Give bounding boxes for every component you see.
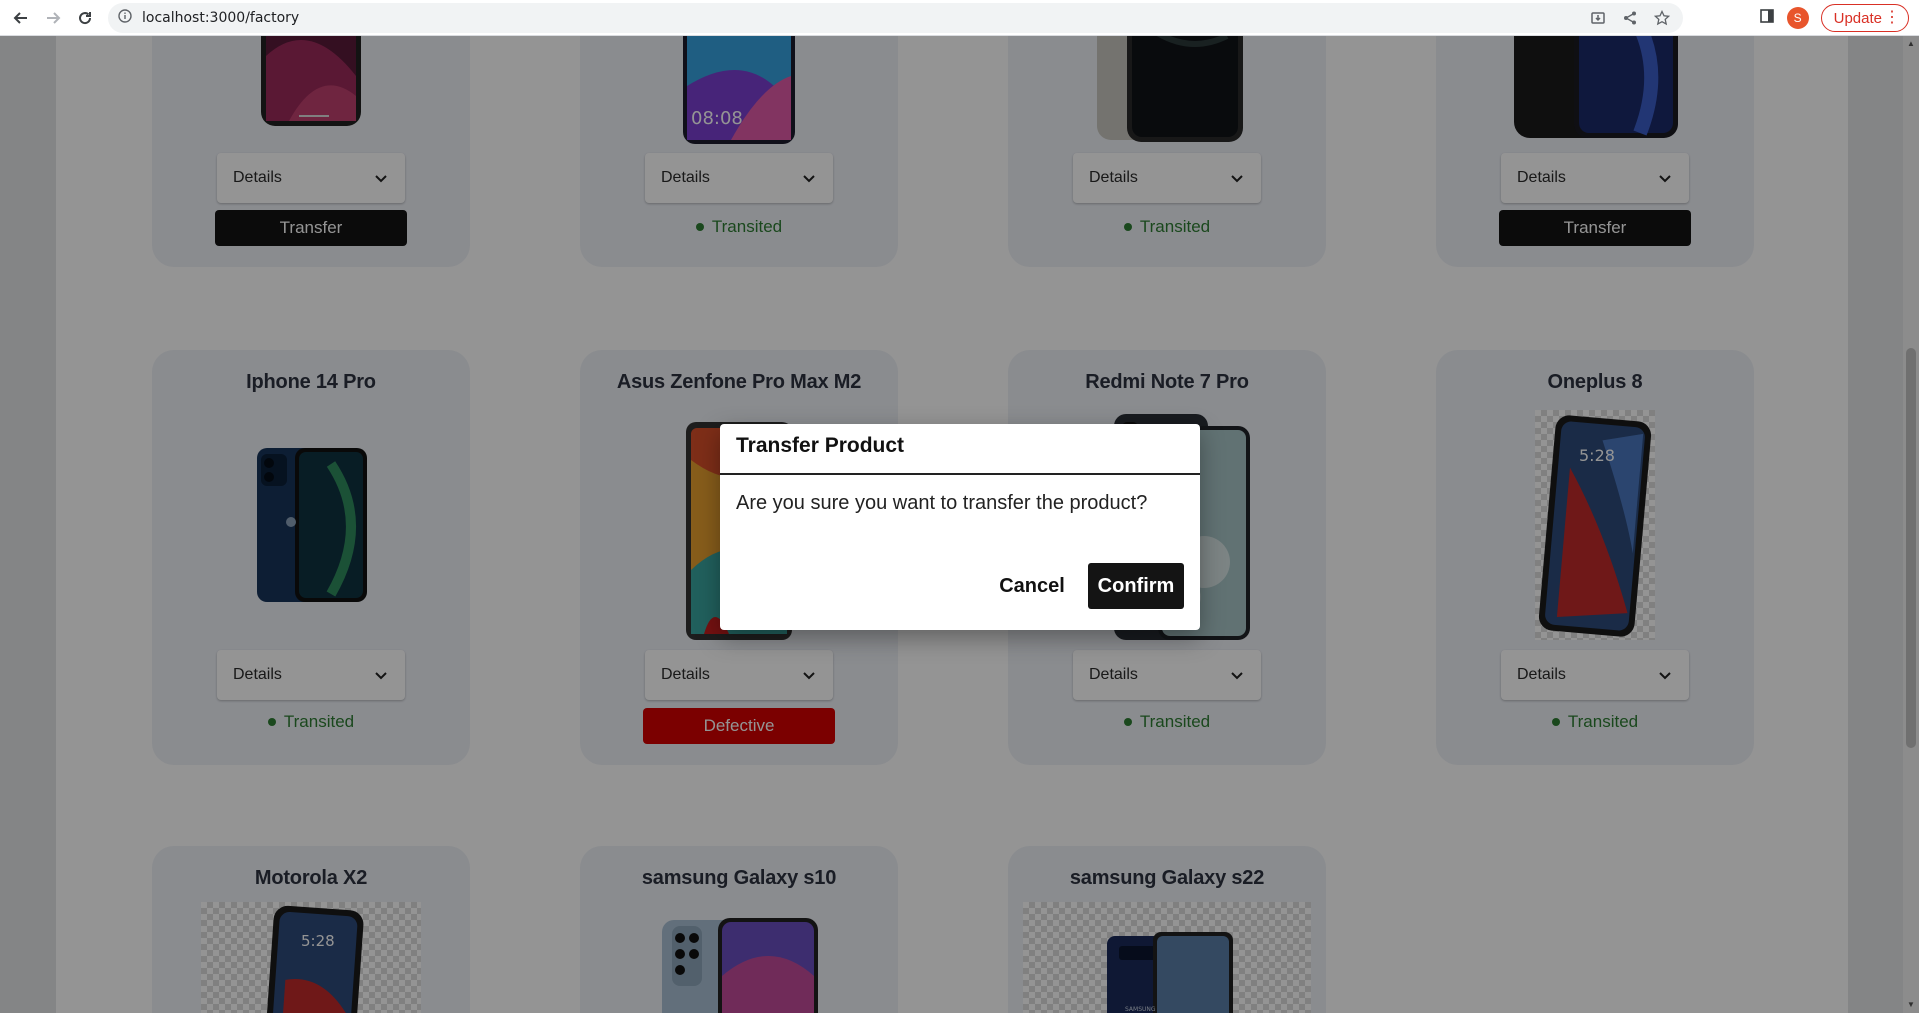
confirm-button[interactable]: Confirm — [1088, 563, 1184, 609]
transfer-dialog: Transfer Product Are you sure you want t… — [720, 424, 1200, 630]
dialog-message: Are you sure you want to transfer the pr… — [736, 492, 1148, 514]
dialog-divider — [720, 473, 1200, 475]
reload-icon[interactable] — [74, 7, 96, 29]
update-button[interactable]: Update ⋮ — [1820, 4, 1909, 32]
site-info-icon[interactable] — [118, 8, 132, 28]
page-viewport: Details Transfer 08:08 Details Transited — [0, 36, 1919, 1013]
omnibox-actions — [1587, 3, 1683, 33]
menu-dots-icon: ⋮ — [1884, 9, 1900, 26]
dialog-title: Transfer Product — [736, 434, 905, 457]
update-label: Update — [1833, 9, 1882, 27]
cancel-button[interactable]: Cancel — [990, 564, 1074, 608]
address-bar[interactable]: localhost:3000/factory — [108, 3, 1683, 33]
install-icon[interactable] — [1587, 7, 1609, 29]
url-text[interactable]: localhost:3000/factory — [142, 10, 299, 26]
bookmark-star-icon[interactable] — [1651, 7, 1673, 29]
forward-icon[interactable] — [42, 7, 64, 29]
browser-toolbar: localhost:3000/factory S Update ⋮ — [0, 0, 1919, 36]
modal-backdrop[interactable]: Transfer Product Are you sure you want t… — [0, 36, 1919, 1013]
profile-avatar[interactable]: S — [1786, 7, 1809, 29]
back-icon[interactable] — [10, 7, 32, 29]
side-panel-icon[interactable] — [1759, 8, 1775, 29]
share-icon[interactable] — [1619, 7, 1641, 29]
browser-right-controls: S Update ⋮ — [1759, 4, 1909, 32]
